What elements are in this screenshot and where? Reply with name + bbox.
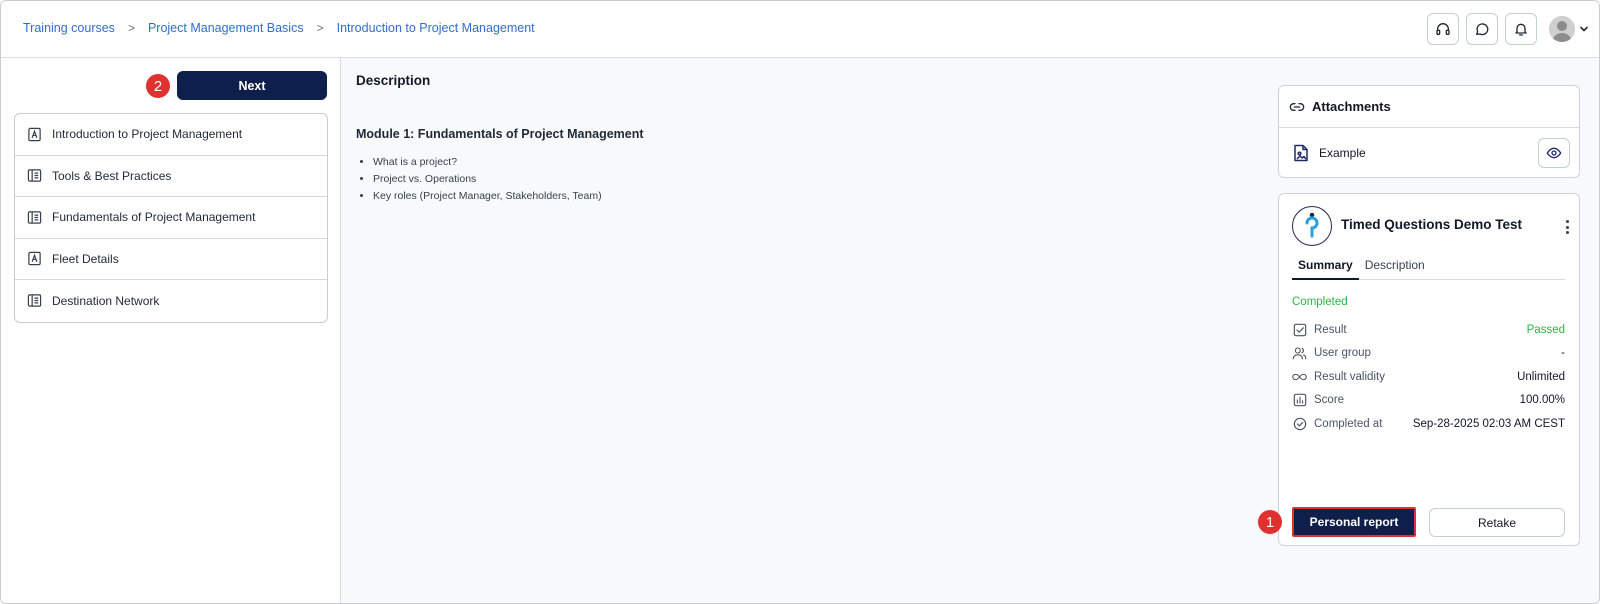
test-summary-rows: Result Passed User group - Result validi… xyxy=(1292,318,1565,436)
module-title: Module 1: Fundamentals of Project Manage… xyxy=(356,127,644,141)
next-button[interactable]: Next xyxy=(177,71,327,100)
more-options-icon[interactable] xyxy=(1562,218,1572,236)
test-card: Timed Questions Demo Test Summary Descri… xyxy=(1258,193,1580,546)
book-icon xyxy=(26,209,42,225)
row-label: Completed at xyxy=(1314,417,1383,430)
lesson-sidebar: 2 Next Introduction to Project Managemen… xyxy=(1,58,341,603)
breadcrumb-training-courses[interactable]: Training courses xyxy=(23,21,115,35)
retake-button[interactable]: Retake xyxy=(1429,508,1565,537)
users-icon xyxy=(1292,346,1307,361)
tab-description[interactable]: Description xyxy=(1359,254,1431,280)
bell-icon xyxy=(1515,23,1527,36)
check-circle-icon xyxy=(1292,416,1307,431)
row-label: Result validity xyxy=(1314,370,1385,383)
row-label: Score xyxy=(1314,394,1345,407)
lesson-label: Fundamentals of Project Management xyxy=(52,210,256,225)
image-file-icon xyxy=(1294,144,1308,162)
row-result: Result Passed xyxy=(1292,318,1565,342)
test-title: Timed Questions Demo Test xyxy=(1341,217,1523,232)
lesson-label: Fleet Details xyxy=(52,251,119,266)
checkbox-icon xyxy=(1292,322,1307,337)
attachments-header: Attachments xyxy=(1279,86,1579,128)
bullet-item: Key roles (Project Manager, Stakeholders… xyxy=(373,188,602,205)
result-value: Passed xyxy=(1526,323,1565,336)
link-icon xyxy=(1289,102,1305,111)
top-bar: Training courses > Project Management Ba… xyxy=(1,1,1599,58)
preview-attachment-button[interactable] xyxy=(1538,138,1570,168)
assessment-icon xyxy=(26,126,42,142)
completed-at-value: Sep-28-2025 02:03 AM CEST xyxy=(1412,417,1565,430)
app-window: Training courses > Project Management Ba… xyxy=(0,0,1600,604)
chevron-down-icon xyxy=(1580,26,1588,32)
lesson-label: Tools & Best Practices xyxy=(52,168,172,183)
row-score: Score 100.00% xyxy=(1292,389,1565,413)
top-actions xyxy=(1427,13,1589,45)
lesson-item-fundamentals[interactable]: Fundamentals of Project Management xyxy=(15,197,327,239)
breadcrumb: Training courses > Project Management Ba… xyxy=(23,21,535,35)
description-title: Description xyxy=(356,73,431,88)
book-icon xyxy=(26,168,42,184)
row-user-group: User group - xyxy=(1292,342,1565,366)
step-badge-1: 1 xyxy=(1258,510,1282,534)
chat-icon xyxy=(1476,23,1489,36)
lesson-item-introduction[interactable]: Introduction to Project Management xyxy=(15,114,327,156)
bullet-item: What is a project? xyxy=(373,154,602,171)
row-label: User group xyxy=(1314,347,1371,360)
breadcrumb-current-lesson[interactable]: Introduction to Project Management xyxy=(337,21,535,35)
row-result-validity: Result validity Unlimited xyxy=(1292,365,1565,389)
infinity-icon xyxy=(1292,369,1307,384)
user-group-value: - xyxy=(1561,347,1565,360)
eye-icon xyxy=(1546,147,1562,159)
assessment-icon xyxy=(26,251,42,267)
row-completed-at: Completed at Sep-28-2025 02:03 AM CEST xyxy=(1292,412,1565,436)
lesson-list: Introduction to Project Management Tools… xyxy=(14,113,328,323)
book-icon xyxy=(26,293,42,309)
test-tabs: Summary Description xyxy=(1292,254,1565,280)
row-label: Result xyxy=(1314,323,1347,336)
lesson-item-fleet-details[interactable]: Fleet Details xyxy=(15,239,327,280)
bullet-item: Project vs. Operations xyxy=(373,171,602,188)
attachment-file-name[interactable]: Example xyxy=(1319,146,1366,160)
personal-report-button[interactable]: Personal report xyxy=(1292,507,1416,537)
attachments-card: Attachments Example xyxy=(1278,85,1580,178)
breadcrumb-separator: > xyxy=(127,21,135,35)
next-row: 2 Next xyxy=(1,71,341,101)
lesson-label: Introduction to Project Management xyxy=(52,127,243,142)
notifications-button[interactable] xyxy=(1505,13,1537,45)
test-logo xyxy=(1292,206,1332,246)
lesson-item-destination-network[interactable]: Destination Network xyxy=(15,280,327,322)
main-content: Description Module 1: Fundamentals of Pr… xyxy=(341,58,1599,603)
avatar xyxy=(1549,16,1575,42)
breadcrumb-project-management-basics[interactable]: Project Management Basics xyxy=(148,21,304,35)
attachment-row: Example xyxy=(1279,128,1579,178)
support-button[interactable] xyxy=(1427,13,1459,45)
chat-button[interactable] xyxy=(1466,13,1498,45)
lesson-label: Destination Network xyxy=(52,293,160,308)
attachments-title: Attachments xyxy=(1312,99,1391,114)
logo-icon xyxy=(1305,212,1319,238)
lesson-item-tools[interactable]: Tools & Best Practices xyxy=(15,156,327,197)
breadcrumb-separator: > xyxy=(316,21,324,35)
status-completed: Completed xyxy=(1292,296,1348,308)
module-bullets: What is a project? Project vs. Operation… xyxy=(373,154,602,205)
score-value: 100.00% xyxy=(1519,394,1565,407)
chart-icon xyxy=(1292,393,1307,408)
tab-summary[interactable]: Summary xyxy=(1292,254,1359,280)
headset-icon xyxy=(1436,23,1450,35)
user-menu[interactable] xyxy=(1549,16,1589,42)
step-badge-2: 2 xyxy=(146,74,170,98)
result-validity-value: Unlimited xyxy=(1517,370,1565,383)
